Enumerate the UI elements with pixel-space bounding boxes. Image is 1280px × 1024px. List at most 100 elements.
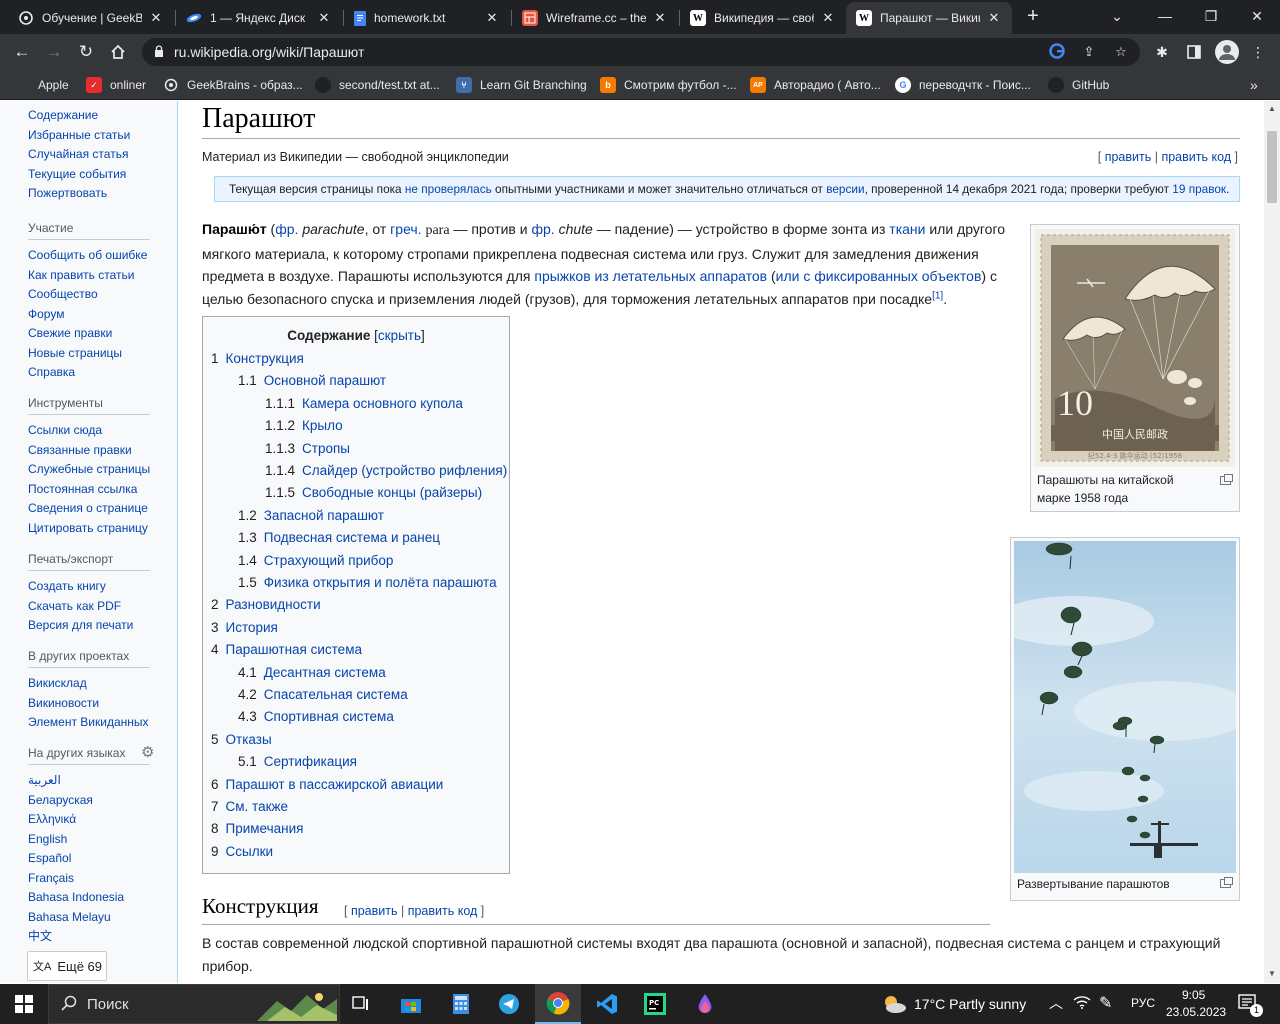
toc-item[interactable]: 1.1 Основной парашют	[238, 373, 386, 388]
sidebar-link[interactable]: Связанные правки	[28, 441, 158, 461]
chinese-stamp-image[interactable]: 10 中国人民邮政 纪52.4-3 跳伞运动 (52)1958	[1035, 229, 1235, 467]
sidebar-link[interactable]: Текущие события	[28, 165, 158, 185]
chrome-taskbar-icon[interactable]	[535, 984, 581, 1024]
fabric-link[interactable]: ткани	[889, 221, 925, 237]
bookmark-learn-git[interactable]: ⑂ Learn Git Branching	[456, 76, 587, 94]
french-abbr-link[interactable]: фр.	[275, 221, 298, 237]
language-link[interactable]: Español	[28, 849, 158, 869]
fixed-objects-link[interactable]: или с фиксированных объектов	[776, 268, 982, 284]
toc-item[interactable]: 1.3 Подвесная система и ранец	[238, 530, 440, 545]
toc-item[interactable]: 4 Парашютная система	[211, 642, 362, 657]
sidebar-link[interactable]: Избранные статьи	[28, 126, 158, 146]
language-link[interactable]: English	[28, 830, 158, 850]
scrollbar-thumb[interactable]	[1267, 131, 1277, 203]
toc-item[interactable]: 1.1.5 Свободные концы (райзеры)	[265, 485, 482, 500]
input-language[interactable]: РУС	[1131, 996, 1155, 1010]
toc-item[interactable]: 5.1 Сертификация	[238, 754, 357, 769]
tab-yandex-disk[interactable]: 1 — Яндекс Диск ✕	[176, 2, 342, 34]
close-icon[interactable]: ✕	[316, 10, 332, 26]
toc-item[interactable]: 9 Ссылки	[211, 844, 273, 859]
home-button[interactable]	[106, 40, 130, 64]
toc-item[interactable]: 1.1.4 Слайдер (устройство рифления)	[265, 463, 507, 478]
profile-avatar-icon[interactable]	[1215, 40, 1239, 64]
deployment-photo[interactable]	[1014, 541, 1236, 873]
language-link[interactable]: Bahasa Indonesia	[28, 888, 158, 908]
version-link[interactable]: версии	[826, 182, 864, 196]
sidebar-link[interactable]: Новые страницы	[28, 344, 158, 364]
weather-partly-sunny-icon[interactable]	[880, 984, 908, 1024]
enlarge-icon[interactable]	[1220, 877, 1233, 888]
sidebar-link[interactable]: Скачать как PDF	[28, 597, 158, 617]
calculator-icon[interactable]	[442, 984, 480, 1024]
microsoft-store-icon[interactable]	[392, 984, 430, 1024]
side-panel-icon[interactable]	[1184, 42, 1204, 62]
toc-item[interactable]: 1.1.1 Камера основного купола	[265, 396, 463, 411]
toc-item[interactable]: 6 Парашют в пассажирской авиации	[211, 777, 443, 792]
clock-date[interactable]: 23.05.2023	[1166, 1005, 1226, 1019]
sidebar-link[interactable]: Форум	[28, 305, 158, 325]
tab-search-chevron-icon[interactable]: ⌄	[1094, 0, 1140, 32]
not-reviewed-link[interactable]: не проверялась	[405, 182, 492, 196]
tray-chevron-up-icon[interactable]: ︿	[1049, 993, 1063, 1013]
bookmark-onliner[interactable]: ✓ onliner	[86, 76, 146, 94]
tab-wireframe[interactable]: Wireframe.cc – the ✕	[512, 2, 678, 34]
toc-item[interactable]: 8 Примечания	[211, 821, 303, 836]
google-lens-icon[interactable]	[1048, 43, 1066, 61]
bookmark-github[interactable]: GitHub	[1048, 76, 1109, 94]
new-tab-button[interactable]: +	[1022, 6, 1044, 28]
gear-icon[interactable]: ⚙	[141, 745, 157, 761]
language-link[interactable]: 中文	[28, 927, 158, 947]
tab-homework[interactable]: homework.txt ✕	[344, 2, 510, 34]
toc-item[interactable]: 2 Разновидности	[211, 597, 321, 612]
sidebar-link[interactable]: Служебные страницы	[28, 460, 158, 480]
sidebar-link[interactable]: Постоянная ссылка	[28, 480, 158, 500]
more-languages-button[interactable]: 文A Ещё 69	[27, 951, 107, 981]
paint-drop-icon[interactable]	[686, 984, 724, 1024]
taskbar-search-box[interactable]: Поиск	[48, 984, 340, 1024]
sidebar-link[interactable]: Создать книгу	[28, 577, 158, 597]
weather-text[interactable]: 17°C Partly sunny	[914, 996, 1026, 1012]
jumps-link[interactable]: прыжков из летательных аппаратов	[534, 268, 767, 284]
windows-start-icon[interactable]	[0, 984, 48, 1024]
sidebar-link[interactable]: Содержание	[28, 106, 158, 126]
toc-item[interactable]: 4.1 Десантная система	[238, 665, 386, 680]
sidebar-link[interactable]: Как править статьи	[28, 266, 158, 286]
tab-geekbrains[interactable]: Обучение | GeekBrains ✕	[8, 2, 174, 34]
language-link[interactable]: العربية	[28, 771, 158, 791]
close-icon[interactable]: ✕	[820, 10, 836, 26]
sidebar-link[interactable]: Викиновости	[28, 694, 158, 714]
scroll-up-arrow-icon[interactable]: ▲	[1267, 104, 1277, 113]
sidebar-link[interactable]: Элемент Викиданных	[28, 713, 158, 733]
share-icon[interactable]: ⇪	[1080, 43, 1098, 61]
url-text[interactable]: ru.wikipedia.org/wiki/Парашют	[174, 44, 364, 60]
sidebar-link[interactable]: Сообщить об ошибке	[28, 246, 158, 266]
tab-parachute-active[interactable]: W Парашют — Википедия ✕	[846, 2, 1012, 34]
sidebar-link[interactable]: Пожертвовать	[28, 184, 158, 204]
sidebar-link[interactable]: Свежие правки	[28, 324, 158, 344]
bookmark-geekbrains[interactable]: GeekBrains - образ...	[163, 76, 303, 94]
wifi-icon[interactable]	[1073, 994, 1091, 1013]
bookmark-star-icon[interactable]: ☆	[1112, 43, 1130, 61]
extensions-icon[interactable]: ✱	[1152, 42, 1172, 62]
pending-edits-link[interactable]: 19 правок	[1172, 182, 1226, 196]
sidebar-link[interactable]: Справка	[28, 363, 158, 383]
close-icon[interactable]: ✕	[148, 10, 164, 26]
back-button[interactable]: ←	[10, 40, 34, 64]
bookmark-autoradio[interactable]: AP Авторадио ( Авто...	[750, 76, 881, 94]
close-window-button[interactable]: ✕	[1234, 0, 1280, 32]
sidebar-link[interactable]: Викисклад	[28, 674, 158, 694]
toc-item[interactable]: 1.1.2 Крыло	[265, 418, 343, 433]
toc-item[interactable]: 1.5 Физика открытия и полёта парашюта	[238, 575, 497, 590]
close-icon[interactable]: ✕	[652, 10, 668, 26]
greek-abbr-link[interactable]: греч.	[390, 221, 421, 237]
bookmark-apple[interactable]: Apple	[14, 76, 69, 94]
language-link[interactable]: Беларуская	[28, 791, 158, 811]
toc-item[interactable]: 4.3 Спортивная система	[238, 709, 394, 724]
vscode-icon[interactable]	[588, 984, 626, 1024]
minimize-button[interactable]: —	[1142, 0, 1188, 32]
toc-item[interactable]: 3 История	[211, 620, 278, 635]
toc-item[interactable]: 1.1.3 Стропы	[265, 441, 350, 456]
edit-link[interactable]: править	[1105, 150, 1152, 164]
toc-item[interactable]: 1.2 Запасной парашют	[238, 508, 384, 523]
toc-item[interactable]: 5 Отказы	[211, 732, 272, 747]
